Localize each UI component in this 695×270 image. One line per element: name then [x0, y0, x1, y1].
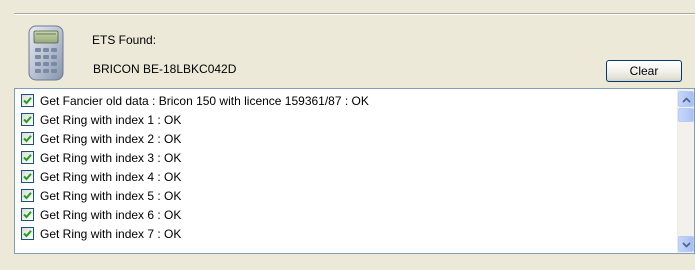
checkmark-icon: [23, 116, 32, 124]
checkbox[interactable]: [21, 170, 34, 183]
checkmark-icon: [23, 192, 32, 200]
list-item-label: Get Ring with index 2 : OK: [40, 131, 182, 146]
list-item[interactable]: Get Fancier old data : Bricon 150 with l…: [15, 91, 677, 110]
checkmark-icon: [23, 230, 32, 238]
list-item[interactable]: Get Ring with index 4 : OK: [15, 167, 677, 186]
handheld-device-icon: [26, 24, 66, 82]
scroll-thumb[interactable]: [678, 108, 694, 122]
list-item[interactable]: Get Ring with index 5 : OK: [15, 186, 677, 205]
list-item[interactable]: Get Ring with index 2 : OK: [15, 129, 677, 148]
ets-found-label: ETS Found:: [92, 33, 157, 47]
checkbox[interactable]: [21, 151, 34, 164]
checkbox[interactable]: [21, 208, 34, 221]
checkbox[interactable]: [21, 227, 34, 240]
list-item[interactable]: Get Ring with index 1 : OK: [15, 110, 677, 129]
list-item-label: Get Ring with index 4 : OK: [40, 169, 182, 184]
ets-window: ETS Found: BRICON BE-18LBKC042D Clear Ge…: [0, 0, 695, 270]
log-list: Get Fancier old data : Bricon 150 with l…: [15, 91, 677, 243]
top-separator: [14, 13, 695, 15]
chevron-down-icon: [681, 237, 691, 251]
checkmark-icon: [23, 173, 32, 181]
list-item-label: Get Fancier old data : Bricon 150 with l…: [40, 93, 369, 108]
device-name: BRICON BE-18LBKC042D: [93, 62, 237, 76]
list-item[interactable]: Get Ring with index 6 : OK: [15, 205, 677, 224]
checkmark-icon: [23, 154, 32, 162]
checkmark-icon: [23, 97, 32, 105]
log-listbox[interactable]: Get Fancier old data : Bricon 150 with l…: [14, 88, 695, 254]
checkbox[interactable]: [21, 113, 34, 126]
scroll-down-button[interactable]: [678, 236, 694, 252]
chevron-up-icon: [681, 92, 691, 106]
list-item-label: Get Ring with index 1 : OK: [40, 112, 182, 127]
clear-button[interactable]: Clear: [606, 60, 682, 82]
checkbox[interactable]: [21, 189, 34, 202]
list-item-label: Get Ring with index 3 : OK: [40, 150, 182, 165]
list-item-label: Get Ring with index 5 : OK: [40, 188, 182, 203]
checkbox[interactable]: [21, 94, 34, 107]
list-item[interactable]: Get Ring with index 7 : OK: [15, 224, 677, 243]
checkmark-icon: [23, 135, 32, 143]
scroll-up-button[interactable]: [678, 91, 694, 107]
vertical-scrollbar[interactable]: [677, 89, 694, 253]
list-item[interactable]: Get Ring with index 3 : OK: [15, 148, 677, 167]
list-item-label: Get Ring with index 6 : OK: [40, 207, 182, 222]
list-item-label: Get Ring with index 7 : OK: [40, 226, 182, 241]
checkbox[interactable]: [21, 132, 34, 145]
checkmark-icon: [23, 211, 32, 219]
